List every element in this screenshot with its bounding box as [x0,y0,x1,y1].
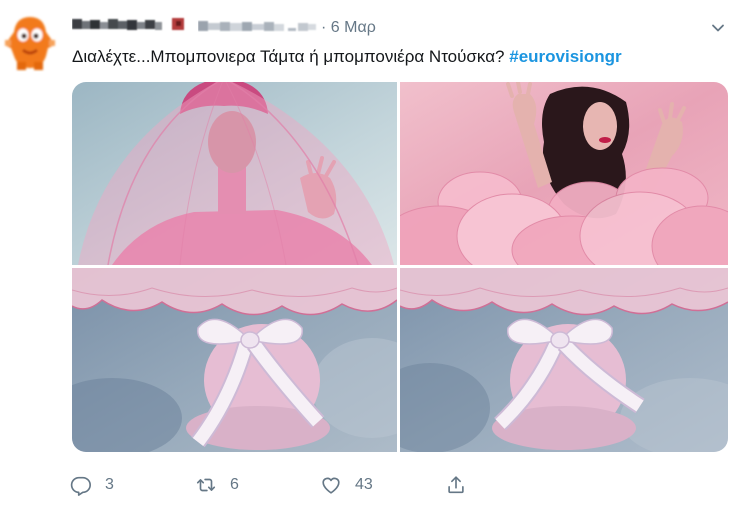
heart-icon [322,477,340,494]
avatar[interactable] [2,10,58,72]
tweet-media-grid [72,82,728,452]
pink-tulle-edge [400,268,728,316]
pink-tulle-edge [72,268,397,316]
orange-monster-avatar-icon [5,17,55,70]
retweet-icon [196,478,216,492]
tweet-photo-3[interactable] [72,268,397,452]
chevron-down-icon [712,24,724,32]
share-icon [448,476,464,494]
retweet-button[interactable]: 6 [195,473,239,497]
retweet-count: 6 [230,476,239,493]
like-count: 43 [355,476,373,493]
reply-icon [70,476,91,496]
tweet-text-body: Διαλέχτε...Μπομπονιερα Τάμτα ή μπομπονιέ… [72,47,505,66]
share-button[interactable] [445,473,467,497]
tweet-text: Διαλέχτε...Μπομπονιερα Τάμτα ή μπομπονιέ… [72,46,622,68]
tweet-photo-2[interactable] [400,82,728,265]
tweet-menu-button[interactable] [709,19,727,37]
tweet-date[interactable]: · 6 Μαρ [321,18,376,38]
like-button[interactable]: 43 [320,473,373,497]
reply-button[interactable]: 3 [70,473,114,497]
reply-count: 3 [105,476,114,493]
tweet-photo-1[interactable] [72,82,397,265]
hashtag-link[interactable]: #eurovisiongr [509,47,621,66]
author-name-redacted[interactable] [72,16,190,34]
author-handle-redacted[interactable] [198,19,320,33]
tweet-photo-4[interactable] [400,268,728,452]
